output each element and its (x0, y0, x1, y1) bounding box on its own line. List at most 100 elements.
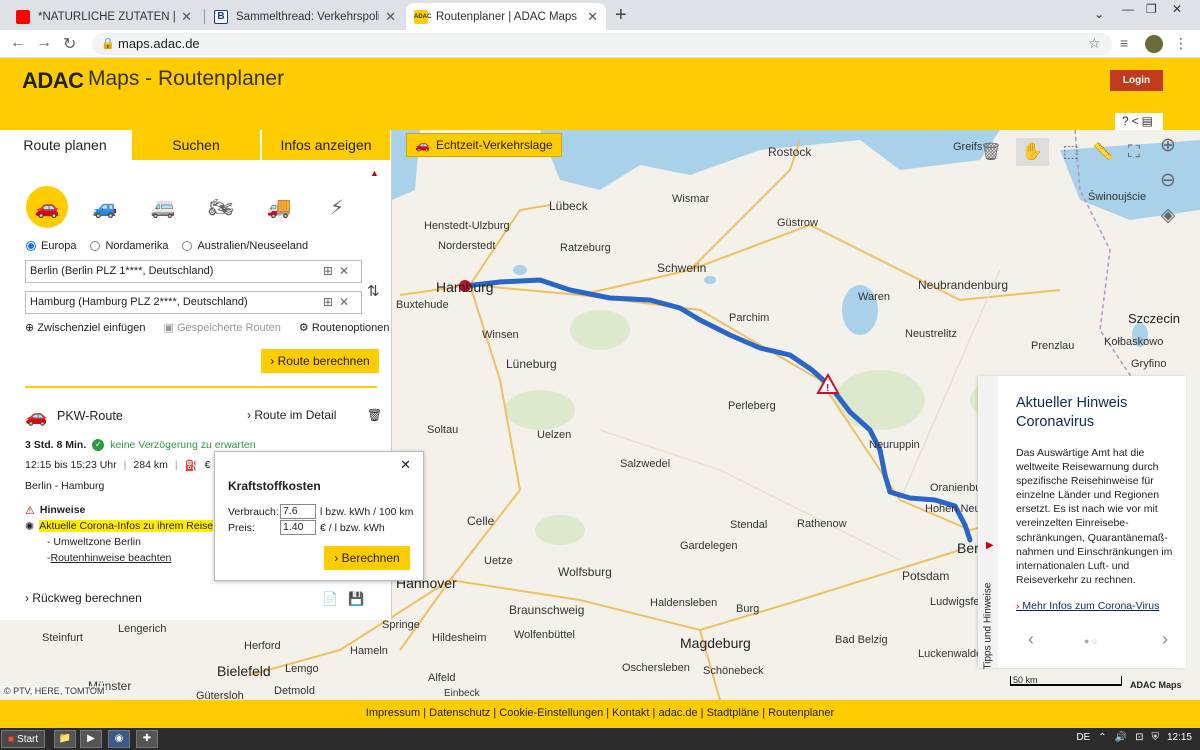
measure-icon[interactable]: 📏 (1093, 142, 1114, 162)
back-icon[interactable]: ← (10, 34, 26, 52)
pan-hand-icon[interactable]: ✋ (1015, 138, 1049, 166)
close-window-button[interactable]: ✕ (1172, 2, 1182, 16)
tab-infos-anzeigen[interactable]: Infos anzeigen (260, 130, 390, 160)
camper-icon[interactable]: 🚐 (142, 186, 184, 228)
corona-info-link[interactable]: Aktuelle Corona-Infos zu ihrem Reise (39, 520, 214, 532)
profile-avatar[interactable] (1145, 35, 1163, 53)
start-button[interactable]: ■ Start (1, 730, 46, 748)
city-label: Neustrelitz (905, 328, 957, 340)
add-location-icon[interactable]: ⊞ (323, 295, 339, 309)
tips-sidebar-tab[interactable]: ▶ Tipps und Hinweise (978, 376, 998, 670)
carousel-dots[interactable]: ● ○ (1084, 636, 1097, 646)
city-label: Bad Belzig (835, 634, 888, 646)
route-hints-link[interactable]: Routenhinweise beachten (51, 552, 172, 564)
ev-icon[interactable]: ⚡ (316, 186, 358, 228)
van-trailer-icon[interactable]: 🚚 (258, 186, 300, 228)
close-icon[interactable]: ✕ (400, 457, 411, 473)
shield-icon[interactable]: ⛨ (1151, 732, 1159, 743)
language-indicator[interactable]: DE (1076, 732, 1090, 743)
route-option-links: ⊕ Zwischenziel einfügen ▣ Gespeicherte R… (25, 321, 390, 334)
start-field[interactable]: Berlin (Berlin PLZ 1****, Deutschland) ⊞… (25, 260, 362, 283)
system-tray: DE ⌃ 🔊 ⊡ ⛨ 12:15 (1076, 732, 1192, 743)
zoom-out-icon[interactable]: ⊖ (1160, 169, 1176, 192)
swap-icon[interactable]: ⇅ (367, 282, 380, 300)
new-tab-button[interactable]: + (615, 4, 627, 27)
chevron-up-icon[interactable]: ⌃ (1098, 732, 1106, 743)
reload-icon[interactable]: ↻ (63, 34, 76, 54)
region-label: Australien/Neuseeland (197, 240, 309, 252)
add-stop-label: Zwischenziel einfügen (37, 322, 146, 334)
explorer-icon[interactable]: 📁 (54, 730, 76, 748)
add-location-icon[interactable]: ⊞ (323, 264, 339, 278)
share-icon[interactable]: < (1132, 114, 1142, 128)
caravan-icon[interactable]: 🚙 (84, 186, 126, 228)
chevron-right-icon[interactable]: › (1162, 629, 1168, 650)
trash-icon[interactable]: 🗑 (980, 142, 1002, 162)
reading-list-icon[interactable]: ≡ (1120, 35, 1128, 51)
volume-icon[interactable]: 🔊 (1115, 732, 1127, 743)
save-icon[interactable]: 💾 (348, 591, 374, 606)
close-tab-icon[interactable]: ✕ (587, 9, 598, 25)
select-area-icon[interactable]: ⬚ (1063, 142, 1079, 162)
destination-field[interactable]: Hamburg (Hamburg PLZ 2****, Deutschland)… (25, 291, 362, 314)
route-options-button[interactable]: ⚙ Routenoptionen (299, 321, 390, 334)
return-route-link[interactable]: › Rückweg berechnen (25, 591, 142, 605)
menu-icon[interactable]: ⋮ (1174, 35, 1188, 52)
tab-search-icon[interactable]: ⌄ (1094, 7, 1104, 21)
app-icon[interactable]: ✚ (136, 730, 158, 748)
tab-route-planen[interactable]: Route planen (0, 130, 130, 160)
zoom-in-icon[interactable]: ⊕ (1160, 134, 1176, 157)
close-tab-icon[interactable]: ✕ (181, 9, 192, 25)
close-tab-icon[interactable]: ✕ (385, 9, 396, 25)
browser-tab-adac[interactable]: ADAC Routenplaner | ADAC Maps ✕ (406, 3, 606, 30)
clear-icon[interactable]: ✕ (339, 264, 355, 278)
fuel-pump-icon[interactable]: ⛽ (185, 459, 198, 472)
city-label: Herford (244, 640, 281, 652)
pdf-icon[interactable]: 📄 (322, 591, 348, 606)
delete-route-icon[interactable]: 🗑 (367, 408, 382, 422)
forward-icon[interactable]: → (36, 34, 52, 52)
route-type-label: PKW-Route (57, 409, 123, 423)
consumption-input[interactable]: 7.6 (280, 504, 316, 519)
add-stop-button[interactable]: ⊕ Zwischenziel einfügen (25, 321, 146, 334)
network-icon[interactable]: ⊡ (1135, 732, 1143, 743)
fullscreen-icon[interactable]: ⛶ (1128, 142, 1140, 162)
city-label: Luckenwalde (918, 648, 983, 660)
minimize-button[interactable]: — (1122, 2, 1134, 16)
collapse-panel-icon[interactable]: ▲ (370, 168, 379, 178)
media-icon[interactable]: ▶ (80, 730, 102, 748)
car-icon[interactable]: 🚗 (26, 186, 68, 228)
clear-icon[interactable]: ✕ (339, 295, 355, 309)
help-icon[interactable]: ? (1122, 114, 1132, 128)
adac-logo[interactable]: ADAC (22, 68, 84, 94)
route-detail-link[interactable]: › Route im Detail (247, 408, 336, 422)
layers-icon[interactable]: ◈ (1161, 204, 1176, 227)
traffic-toggle-button[interactable]: 🚗 Echtzeit-Verkehrslage (406, 133, 562, 157)
baltic-sea (540, 130, 1000, 190)
saved-routes-button[interactable]: ▣ Gespeicherte Routen (164, 321, 281, 334)
tab-suchen[interactable]: Suchen (130, 130, 260, 160)
region-nordamerika[interactable]: Nordamerika (90, 240, 168, 252)
feedback-icon[interactable]: ▤ (1142, 114, 1156, 128)
restore-button[interactable]: ❐ (1146, 2, 1157, 16)
login-button[interactable]: Login (1110, 70, 1163, 91)
clock[interactable]: 12:15 (1167, 732, 1192, 743)
address-bar-row: ← → ↻ 🔒 maps.adac.de ☆ ≡ ⋮ (0, 30, 1200, 58)
lake (704, 276, 716, 284)
corona-more-link[interactable]: Mehr Infos zum Corona-Virus (1016, 600, 1159, 612)
region-australien[interactable]: Australien/Neuseeland (182, 240, 308, 252)
expand-arrow-icon[interactable]: ▶ (986, 540, 994, 551)
browser-tab-forum[interactable]: B Sammelthread: Verkehrspolitik in B ✕ (206, 3, 404, 30)
chevron-left-icon[interactable]: ‹ (1028, 629, 1034, 650)
price-input[interactable]: 1.40 (280, 520, 316, 535)
url-input[interactable]: 🔒 maps.adac.de (92, 33, 1112, 55)
calculate-fuel-button[interactable]: › Berechnen (324, 546, 410, 570)
browser-tab-youtube[interactable]: *NATÜRLICHE ZUTATEN | Die Tric ✕ (8, 3, 200, 30)
motorcycle-icon[interactable]: 🏍 (200, 186, 242, 228)
calculate-route-button[interactable]: › Route berechnen (261, 349, 379, 373)
footer-links[interactable]: Impressum | Datenschutz | Cookie-Einstel… (0, 700, 1200, 728)
chrome-taskbar-icon[interactable]: ◉ (108, 730, 130, 748)
bookmark-star-icon[interactable]: ☆ (1088, 35, 1101, 52)
adac-icon: ADAC (414, 9, 431, 24)
region-europa[interactable]: Europa (26, 240, 76, 252)
